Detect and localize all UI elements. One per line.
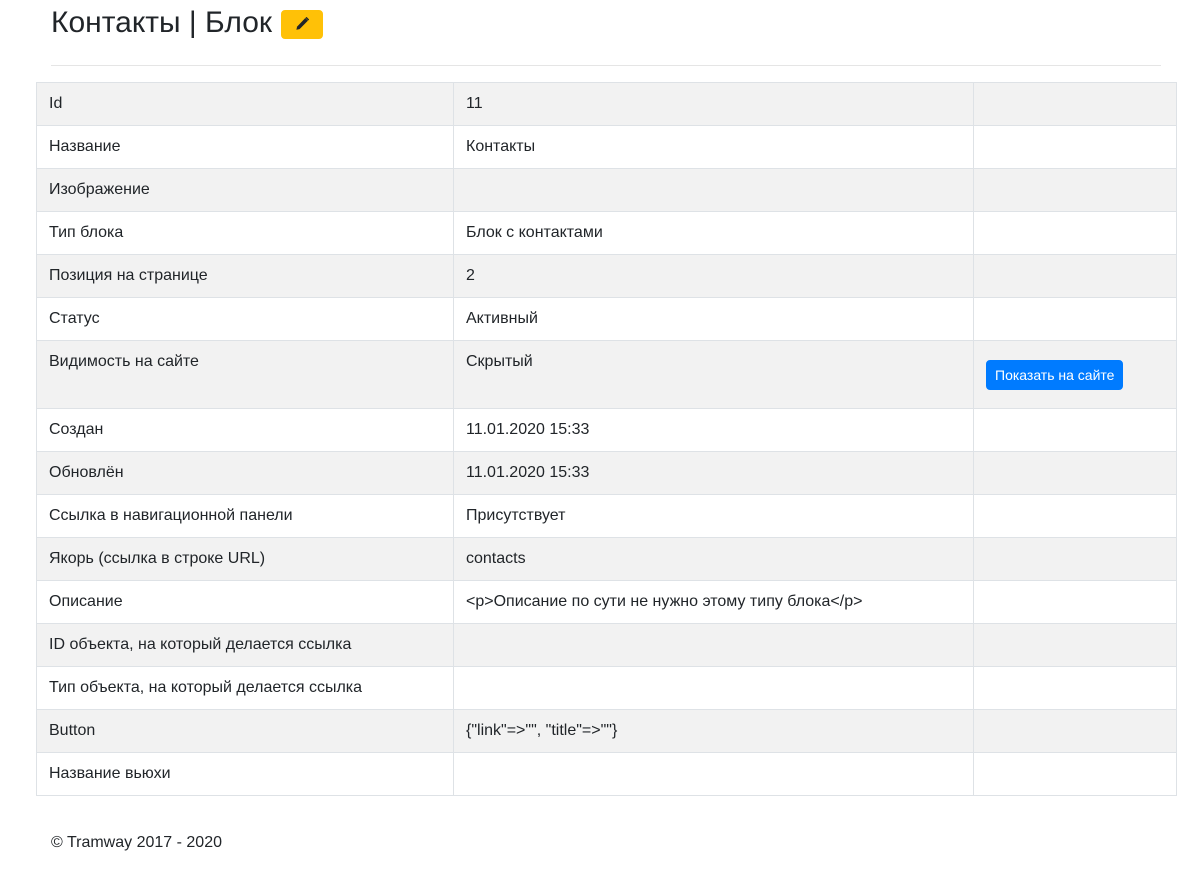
- row-value: Блок с контактами: [453, 211, 974, 255]
- row-label: Создан: [36, 408, 454, 452]
- row-value: 2: [453, 254, 974, 298]
- row-value: <p>Описание по сути не нужно этому типу …: [453, 580, 974, 624]
- row-label: Обновлён: [36, 451, 454, 495]
- row-label: Тип блока: [36, 211, 454, 255]
- table-row: Создан 11.01.2020 15:33: [36, 408, 1177, 452]
- row-label: Id: [36, 82, 454, 126]
- table-row: Button {"link"=>"", "title"=>""}: [36, 709, 1177, 753]
- row-value: [453, 623, 974, 667]
- row-label: Статус: [36, 297, 454, 341]
- row-label: Название вьюхи: [36, 752, 454, 796]
- row-value: Присутствует: [453, 494, 974, 538]
- row-value: Скрытый: [453, 340, 974, 409]
- row-label: Позиция на странице: [36, 254, 454, 298]
- row-label: Ссылка в навигационной панели: [36, 494, 454, 538]
- row-action: [973, 623, 1177, 667]
- row-action: [973, 125, 1177, 169]
- row-label: Изображение: [36, 168, 454, 212]
- row-value: [453, 752, 974, 796]
- footer-copyright: © Tramway 2017 - 2020: [51, 834, 222, 851]
- row-value: 11.01.2020 15:33: [453, 408, 974, 452]
- row-label: Тип объекта, на который делается ссылка: [36, 666, 454, 710]
- row-label: Button: [36, 709, 454, 753]
- table-row: Изображение: [36, 168, 1177, 212]
- row-action: [973, 709, 1177, 753]
- page-title: Контакты | Блок: [51, 6, 273, 39]
- table-row: Название Контакты: [36, 125, 1177, 169]
- table-row: Название вьюхи: [36, 752, 1177, 796]
- table-row: Якорь (ссылка в строке URL) contacts: [36, 537, 1177, 581]
- row-action: [973, 580, 1177, 624]
- row-value: contacts: [453, 537, 974, 581]
- table-row: Тип блока Блок с контактами: [36, 211, 1177, 255]
- table-row: Описание <p>Описание по сути не нужно эт…: [36, 580, 1177, 624]
- table-row: ID объекта, на который делается ссылка: [36, 623, 1177, 667]
- row-action: [973, 297, 1177, 341]
- row-action: [973, 82, 1177, 126]
- row-value: {"link"=>"", "title"=>""}: [453, 709, 974, 753]
- table-row: Id 11: [36, 82, 1177, 126]
- table-row: Статус Активный: [36, 297, 1177, 341]
- page-header: Контакты | Блок: [51, 2, 324, 44]
- row-action: [973, 494, 1177, 538]
- table-row: Ссылка в навигационной панели Присутству…: [36, 494, 1177, 538]
- row-label: Якорь (ссылка в строке URL): [36, 537, 454, 581]
- show-on-site-button[interactable]: Показать на сайте: [986, 359, 1124, 390]
- row-action: [973, 211, 1177, 255]
- row-action: [973, 168, 1177, 212]
- row-action: [973, 537, 1177, 581]
- row-value: Контакты: [453, 125, 974, 169]
- table-row: Видимость на сайте Скрытый Показать на с…: [36, 340, 1177, 409]
- pencil-icon: [296, 17, 310, 30]
- row-value: 11: [453, 82, 974, 126]
- row-label: ID объекта, на который делается ссылка: [36, 623, 454, 667]
- detail-table: Id 11 Название Контакты Изображение Тип …: [36, 82, 1177, 796]
- row-action: [973, 408, 1177, 452]
- row-action: [973, 666, 1177, 710]
- row-value: [453, 666, 974, 710]
- row-label: Видимость на сайте: [36, 340, 454, 409]
- page: Контакты | Блок Id 11 Название Контакты: [0, 0, 1204, 876]
- table-row: Позиция на странице 2: [36, 254, 1177, 298]
- table-row: Тип объекта, на который делается ссылка: [36, 666, 1177, 710]
- header-divider: [51, 65, 1161, 66]
- row-value: Активный: [453, 297, 974, 341]
- row-action: [973, 254, 1177, 298]
- row-value: 11.01.2020 15:33: [453, 451, 974, 495]
- row-value: [453, 168, 974, 212]
- row-action: [973, 752, 1177, 796]
- edit-button[interactable]: [281, 9, 324, 39]
- row-label: Описание: [36, 580, 454, 624]
- table-row: Обновлён 11.01.2020 15:33: [36, 451, 1177, 495]
- row-label: Название: [36, 125, 454, 169]
- row-action: Показать на сайте: [973, 340, 1177, 409]
- row-action: [973, 451, 1177, 495]
